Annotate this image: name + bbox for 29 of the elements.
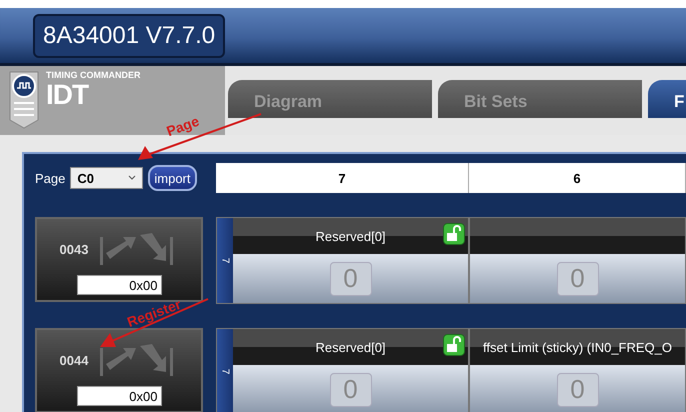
page-select[interactable]: C0 xyxy=(70,167,144,189)
page-label: Page xyxy=(35,170,66,186)
unlocked-padlock-icon[interactable] xyxy=(443,334,465,356)
brand-logo: IDT xyxy=(46,80,88,110)
tab[interactable]: F xyxy=(648,80,686,118)
bit-name: ffset Limit (sticky) (IN0_FREQ_O xyxy=(482,340,672,354)
bit-name: Reserved[0] xyxy=(315,228,386,244)
logo-icon xyxy=(8,70,40,130)
register-address: 0044 xyxy=(60,352,88,368)
register-value-field[interactable]: 0x00 xyxy=(76,386,162,406)
caret-icon xyxy=(128,175,136,181)
tab[interactable]: Bit Sets xyxy=(438,80,642,118)
annotation-label: Page xyxy=(164,112,202,140)
register-value-field[interactable]: 0x00 xyxy=(76,275,162,295)
brand-caption: TIMING COMMANDER xyxy=(46,70,140,80)
bit-index: 7 xyxy=(220,258,230,264)
register-address: 0043 xyxy=(60,242,88,256)
bit-value-button[interactable]: 0 xyxy=(556,262,598,296)
column-header: 6 xyxy=(469,163,686,193)
window-title: 8A34001 V7.7.0 xyxy=(33,14,226,58)
bit-index: 7 xyxy=(220,368,230,374)
unlocked-padlock-icon[interactable] xyxy=(443,223,465,245)
import-button[interactable]: import xyxy=(148,165,196,191)
column-header: 7 xyxy=(216,163,469,193)
bit-value-button[interactable]: 0 xyxy=(330,372,372,406)
bit-name: Reserved[0] xyxy=(315,340,386,354)
tab[interactable]: Diagram xyxy=(228,80,432,118)
bit-value-button[interactable]: 0 xyxy=(330,262,372,296)
bit-value-button[interactable]: 0 xyxy=(556,372,598,406)
